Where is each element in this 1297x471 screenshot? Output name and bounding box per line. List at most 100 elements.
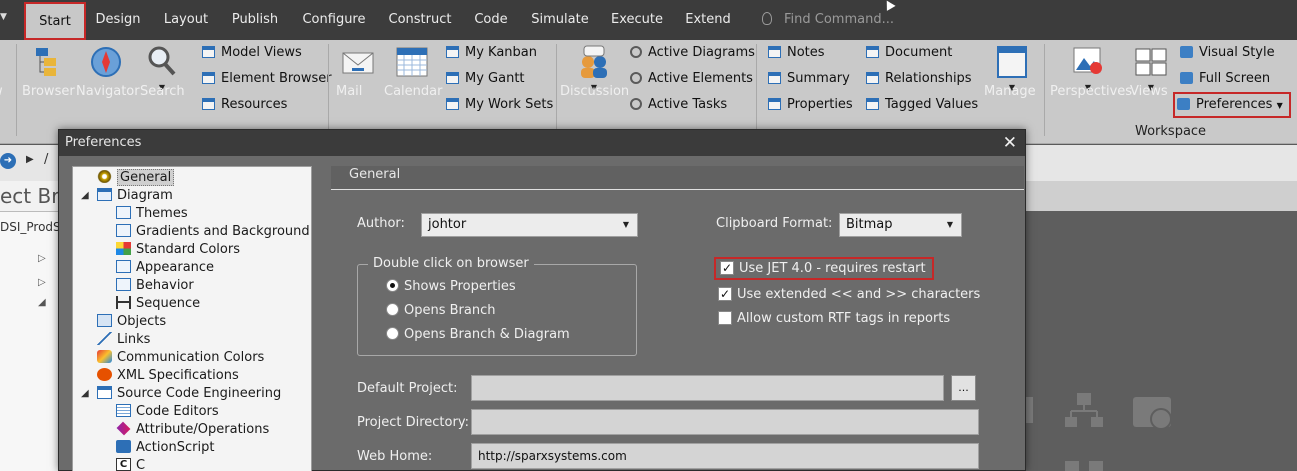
- radio-shows-properties[interactable]: Shows Properties: [386, 279, 516, 294]
- chevron-down-icon: ▼: [946, 220, 953, 229]
- tree-item-diagram[interactable]: ◢ Diagram: [81, 187, 173, 205]
- active-elements-button[interactable]: Active Elements: [630, 68, 753, 90]
- tree-item-source-code-engineering[interactable]: ◢ Source Code Engineering: [81, 385, 281, 403]
- tree-item-behavior[interactable]: Behavior: [116, 277, 194, 295]
- collapse-arrow-icon[interactable]: ◢: [38, 297, 46, 308]
- quick-access-dropdown-icon[interactable]: ▼: [0, 12, 7, 22]
- find-command-placeholder: Find Command...: [784, 12, 894, 27]
- tree-item-sequence[interactable]: Sequence: [116, 295, 200, 313]
- menu-tab-publish[interactable]: Publish: [228, 0, 282, 40]
- ribbon-partial-button[interactable]: w: [0, 40, 12, 126]
- tree-item-standard-colors[interactable]: Standard Colors: [116, 241, 240, 259]
- summary-button[interactable]: Summary: [768, 68, 850, 90]
- preferences-dialog: Preferences ✕ General ◢ Diagram Themes Gr…: [58, 129, 1026, 471]
- element-browser-button[interactable]: Element Browser: [202, 68, 332, 90]
- visual-style-button[interactable]: Visual Style: [1180, 42, 1275, 64]
- window-icon: [202, 45, 215, 58]
- clipboard-format-label: Clipboard Format:: [716, 216, 833, 231]
- use-jet-checkbox[interactable]: ✓ Use JET 4.0 - requires restart: [714, 257, 934, 280]
- views-button[interactable]: Views ▼: [1130, 40, 1172, 126]
- calendar-button[interactable]: Calendar: [384, 40, 442, 126]
- tree-item-actionscript[interactable]: ActionScript: [116, 439, 214, 457]
- my-gantt-button[interactable]: My Gantt: [446, 68, 525, 90]
- perspectives-button[interactable]: Perspectives ▼: [1050, 40, 1132, 126]
- author-combobox[interactable]: johtor ▼: [421, 213, 638, 237]
- window-icon: [866, 97, 879, 110]
- breadcrumb-arrow-icon[interactable]: ▶: [26, 154, 34, 165]
- window-icon: [768, 71, 781, 84]
- mail-button[interactable]: Mail: [336, 40, 380, 126]
- find-command-box[interactable]: Find Command...: [762, 0, 894, 40]
- expand-arrow-icon[interactable]: ▷: [38, 277, 46, 288]
- search-button[interactable]: Search ▼: [140, 40, 185, 126]
- compass-icon: [88, 44, 124, 80]
- tree-item-c[interactable]: CC: [116, 457, 145, 471]
- browser-icon: [30, 44, 66, 80]
- collapse-arrow-icon[interactable]: ◢: [81, 187, 89, 205]
- close-icon[interactable]: ✕: [1003, 130, 1017, 156]
- c-language-icon: C: [116, 458, 131, 471]
- full-screen-button[interactable]: Full Screen: [1180, 68, 1270, 90]
- web-home-field[interactable]: http://sparxsystems.com: [471, 443, 979, 469]
- window-icon: [866, 45, 879, 58]
- menu-tab-simulate[interactable]: Simulate: [528, 0, 592, 40]
- model-views-button[interactable]: Model Views: [202, 42, 302, 64]
- menu-tab-extend[interactable]: Extend: [682, 0, 734, 40]
- tree-item-gradients-background[interactable]: Gradients and Background: [116, 223, 310, 241]
- notes-button[interactable]: Notes: [768, 42, 825, 64]
- window-icon: [768, 97, 781, 110]
- active-tasks-button[interactable]: Active Tasks: [630, 94, 727, 116]
- tree-item-links[interactable]: Links: [97, 331, 150, 349]
- menu-tab-design[interactable]: Design: [92, 0, 144, 40]
- tree-item-general[interactable]: General: [97, 169, 175, 187]
- preferences-tree: General ◢ Diagram Themes Gradients and Ba…: [72, 166, 312, 471]
- discussion-icon: [576, 44, 612, 80]
- my-work-sets-button[interactable]: My Work Sets: [446, 94, 553, 116]
- tree-item-appearance[interactable]: Appearance: [116, 259, 214, 277]
- project-directory-field[interactable]: [471, 409, 979, 435]
- collapse-arrow-icon[interactable]: ◢: [81, 385, 89, 403]
- manage-window-icon: [994, 44, 1030, 80]
- menu-tab-configure[interactable]: Configure: [298, 0, 370, 40]
- expand-arrow-icon[interactable]: ▷: [38, 253, 46, 264]
- tree-item-objects[interactable]: Objects: [97, 313, 166, 331]
- project-root-item[interactable]: DSI_ProdS: [0, 211, 60, 241]
- sequence-icon: [116, 296, 131, 309]
- code-editor-icon: [116, 404, 131, 417]
- menu-tab-start[interactable]: Start: [24, 2, 86, 40]
- tree-item-xml-specifications[interactable]: XML Specifications: [97, 367, 239, 385]
- preferences-button[interactable]: Preferences ▼: [1173, 92, 1291, 118]
- active-diagrams-button[interactable]: Active Diagrams: [630, 42, 755, 64]
- allow-rtf-tags-checkbox[interactable]: Allow custom RTF tags in reports: [718, 310, 950, 326]
- menu-tab-layout[interactable]: Layout: [160, 0, 212, 40]
- properties-button[interactable]: Properties: [768, 94, 853, 116]
- radio-opens-branch[interactable]: Opens Branch: [386, 303, 495, 318]
- nav-forward-icon[interactable]: ➜: [0, 153, 16, 169]
- browser-button[interactable]: Browser: [22, 40, 75, 126]
- manage-button[interactable]: Manage ▼: [984, 40, 1040, 126]
- document-button[interactable]: Document: [866, 42, 952, 64]
- xml-icon: [97, 368, 112, 381]
- menu-tab-execute[interactable]: Execute: [608, 0, 666, 40]
- tree-item-code-editors[interactable]: Code Editors: [116, 403, 219, 421]
- tree-item-themes[interactable]: Themes: [116, 205, 188, 223]
- browse-button[interactable]: ...: [951, 375, 976, 401]
- tagged-values-button[interactable]: Tagged Values: [866, 94, 978, 116]
- my-kanban-button[interactable]: My Kanban: [446, 42, 537, 64]
- resources-button[interactable]: Resources: [202, 94, 287, 116]
- window-icon: [768, 45, 781, 58]
- page-icon: [116, 206, 131, 219]
- use-extended-chars-checkbox[interactable]: ✓ Use extended << and >> characters: [718, 286, 980, 302]
- discussion-button[interactable]: Discussion ▼: [560, 40, 629, 126]
- navigator-button[interactable]: Navigator: [76, 40, 140, 126]
- relationships-button[interactable]: Relationships: [866, 68, 972, 90]
- breadcrumb-separator: /: [44, 152, 49, 167]
- menu-tab-code[interactable]: Code: [470, 0, 512, 40]
- default-project-field[interactable]: [471, 375, 944, 401]
- tree-item-attribute-operations[interactable]: Attribute/Operations: [116, 421, 269, 439]
- radio-opens-branch-diagram[interactable]: Opens Branch & Diagram: [386, 327, 570, 342]
- tree-item-communication-colors[interactable]: Communication Colors: [97, 349, 264, 367]
- clipboard-format-combobox[interactable]: Bitmap ▼: [839, 213, 962, 237]
- window-icon: [446, 71, 459, 84]
- menu-tab-construct[interactable]: Construct: [386, 0, 454, 40]
